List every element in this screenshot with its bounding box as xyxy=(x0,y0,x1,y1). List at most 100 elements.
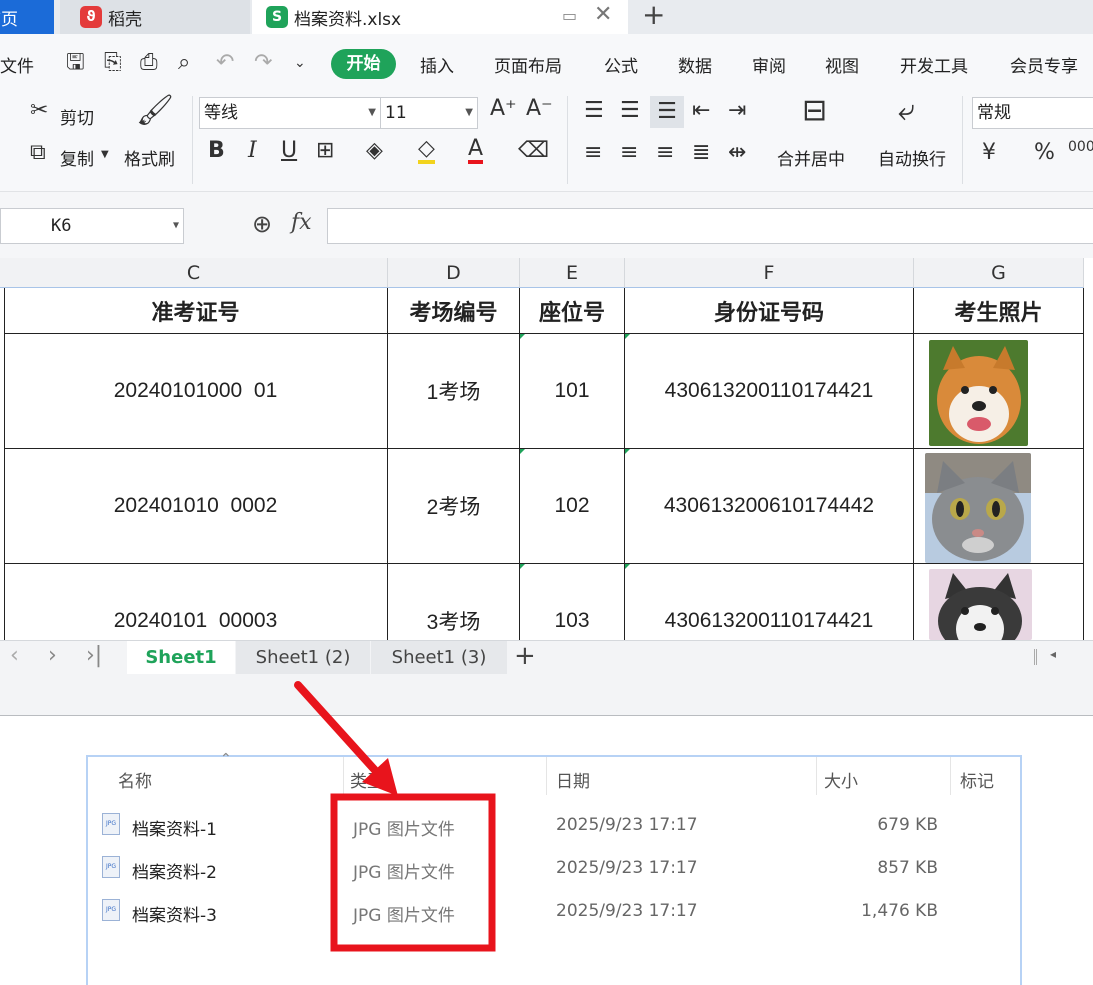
tab-docer[interactable]: ϑ 稻壳 xyxy=(60,0,250,34)
merge-center-icon[interactable]: ⊟ xyxy=(802,96,827,126)
redo-icon[interactable]: ↷ xyxy=(254,52,272,74)
justify-icon[interactable]: ≣ xyxy=(692,142,710,164)
column-tag-header[interactable]: 标记 xyxy=(960,767,994,792)
save-icon[interactable]: 🖫 xyxy=(66,52,85,74)
next-sheet-icon[interactable]: › xyxy=(48,643,57,668)
table-cell[interactable]: 2考场 xyxy=(388,449,520,564)
number-format-select[interactable]: 常规 xyxy=(972,97,1093,129)
align-right-icon[interactable]: ≡ xyxy=(656,142,674,164)
align-center-icon[interactable]: ≡ xyxy=(620,142,638,164)
align-top-icon[interactable]: ☰ xyxy=(584,100,604,122)
husky-photo[interactable] xyxy=(929,569,1032,640)
print-preview-icon[interactable]: ⌕ xyxy=(178,52,190,74)
eraser-icon[interactable]: ⌫ xyxy=(518,140,549,162)
copy-button[interactable]: 复制 xyxy=(60,145,94,170)
header-cell[interactable]: 考场编号 xyxy=(388,288,520,334)
indent-decrease-icon[interactable]: ⇤ xyxy=(692,100,710,122)
sheet-tab-3[interactable]: Sheet1 (3) xyxy=(371,641,507,675)
currency-button[interactable]: ¥ xyxy=(982,142,996,164)
table-cell[interactable]: 20240101000 01 xyxy=(4,334,388,449)
add-sheet-icon[interactable]: + xyxy=(514,641,536,671)
copy-dropdown-icon[interactable]: ▼ xyxy=(101,150,109,160)
fill-style-icon[interactable]: ◈ xyxy=(366,140,383,162)
table-cell[interactable]: 430613200110174421 xyxy=(625,334,914,449)
close-tab-icon[interactable]: ✕ xyxy=(594,2,612,27)
file-row[interactable]: JPG 档案资料-3 JPG 图片文件 2025/9/23 17:17 1,47… xyxy=(88,893,1020,933)
percent-button[interactable]: % xyxy=(1034,142,1055,164)
sheet-tab-1[interactable]: Sheet1 xyxy=(127,641,235,675)
file-row[interactable]: JPG 档案资料-2 JPG 图片文件 2025/9/23 17:17 857 … xyxy=(88,850,1020,890)
column-header-f[interactable]: F xyxy=(625,258,914,288)
format-painter-button[interactable]: 格式刷 xyxy=(124,145,175,170)
column-header-c[interactable]: C xyxy=(0,258,388,288)
tab-home[interactable]: 首页 xyxy=(0,0,54,34)
tab-file[interactable]: S 档案资料.xlsx ▭ ✕ xyxy=(252,0,628,34)
fill-color-icon[interactable]: ◇ xyxy=(418,138,435,164)
menu-view[interactable]: 视图 xyxy=(825,52,859,77)
table-cell[interactable]: 101 xyxy=(520,334,625,449)
table-cell[interactable]: 1考场 xyxy=(388,334,520,449)
header-cell[interactable]: 考生照片 xyxy=(914,288,1084,334)
table-cell[interactable]: 202401010 0002 xyxy=(4,449,388,564)
dog-photo[interactable] xyxy=(929,340,1028,446)
sheet-tab-2[interactable]: Sheet1 (2) xyxy=(236,641,370,675)
scroll-left-icon[interactable]: ◂ xyxy=(1050,647,1056,661)
align-bottom-icon[interactable]: ☰ xyxy=(650,96,684,128)
column-size-header[interactable]: 大小 xyxy=(824,767,858,792)
pin-icon[interactable]: ▭ xyxy=(562,6,577,25)
wrap-text-button[interactable]: 自动换行 xyxy=(878,145,946,170)
header-cell[interactable]: 准考证号 xyxy=(4,288,388,334)
column-name-header[interactable]: 名称 xyxy=(118,767,152,792)
underline-button[interactable]: U xyxy=(281,140,297,162)
menu-review[interactable]: 审阅 xyxy=(752,52,786,77)
merge-center-button[interactable]: 合并居中 xyxy=(777,145,845,170)
first-sheet-icon[interactable]: ‹ xyxy=(10,643,19,668)
sort-up-icon[interactable]: ⌃ xyxy=(220,751,232,767)
menu-file[interactable]: 文件 xyxy=(0,52,34,77)
cut-button[interactable]: 剪切 xyxy=(60,104,94,129)
font-size-select[interactable]: 11 ▼ xyxy=(380,97,478,129)
table-cell[interactable]: 430613200110174421 xyxy=(625,564,914,640)
table-cell[interactable]: 102 xyxy=(520,449,625,564)
bold-button[interactable]: B xyxy=(208,140,225,162)
table-cell[interactable]: 20240101 00003 xyxy=(4,564,388,640)
export-icon[interactable]: ⎘ xyxy=(104,52,122,74)
menu-developer[interactable]: 开发工具 xyxy=(900,52,968,77)
table-cell[interactable]: 103 xyxy=(520,564,625,640)
scissors-icon[interactable]: ✂ xyxy=(30,100,48,122)
more-icon[interactable]: ⌄ xyxy=(294,56,306,70)
wrap-text-icon[interactable]: ⤶ xyxy=(898,96,915,126)
menu-member[interactable]: 会员专享 xyxy=(1010,52,1078,77)
menu-formula[interactable]: 公式 xyxy=(604,52,638,77)
last-sheet-icon[interactable]: ›| xyxy=(86,643,102,668)
new-tab-icon[interactable]: + xyxy=(642,0,665,31)
column-header-g[interactable]: G xyxy=(914,258,1084,288)
scrollbar-divider[interactable] xyxy=(1034,649,1037,665)
increase-font-icon[interactable]: A⁺ xyxy=(490,98,517,120)
menu-insert[interactable]: 插入 xyxy=(420,52,454,77)
indent-increase-icon[interactable]: ⇥ xyxy=(728,100,746,122)
italic-button[interactable]: I xyxy=(248,140,257,162)
align-middle-icon[interactable]: ☰ xyxy=(620,100,640,122)
table-cell[interactable]: 3考场 xyxy=(388,564,520,640)
border-icon[interactable]: ⊞ xyxy=(316,140,334,162)
undo-icon[interactable]: ↶ xyxy=(216,52,234,74)
header-cell[interactable]: 身份证号码 xyxy=(625,288,914,334)
formula-input[interactable] xyxy=(327,208,1093,244)
align-left-icon[interactable]: ≡ xyxy=(584,142,602,164)
column-header-d[interactable]: D xyxy=(388,258,520,288)
print-icon[interactable]: ⎙ xyxy=(140,52,158,74)
thousands-button[interactable]: 000 xyxy=(1068,140,1093,154)
cat-photo[interactable] xyxy=(925,453,1031,563)
font-name-select[interactable]: 等线 ▼ xyxy=(199,97,381,129)
column-date-header[interactable]: 日期 xyxy=(556,767,590,792)
decrease-font-icon[interactable]: A⁻ xyxy=(526,98,553,120)
zoom-icon[interactable]: ⊕ xyxy=(252,210,272,238)
menu-data[interactable]: 数据 xyxy=(678,52,712,77)
header-cell[interactable]: 座位号 xyxy=(520,288,625,334)
copy-icon[interactable]: ⧉ xyxy=(30,142,46,164)
table-cell[interactable]: 430613200610174442 xyxy=(625,449,914,564)
fx-icon[interactable]: fx xyxy=(291,210,312,235)
column-type-header[interactable]: 类型 xyxy=(350,767,384,792)
column-header-e[interactable]: E xyxy=(520,258,625,288)
